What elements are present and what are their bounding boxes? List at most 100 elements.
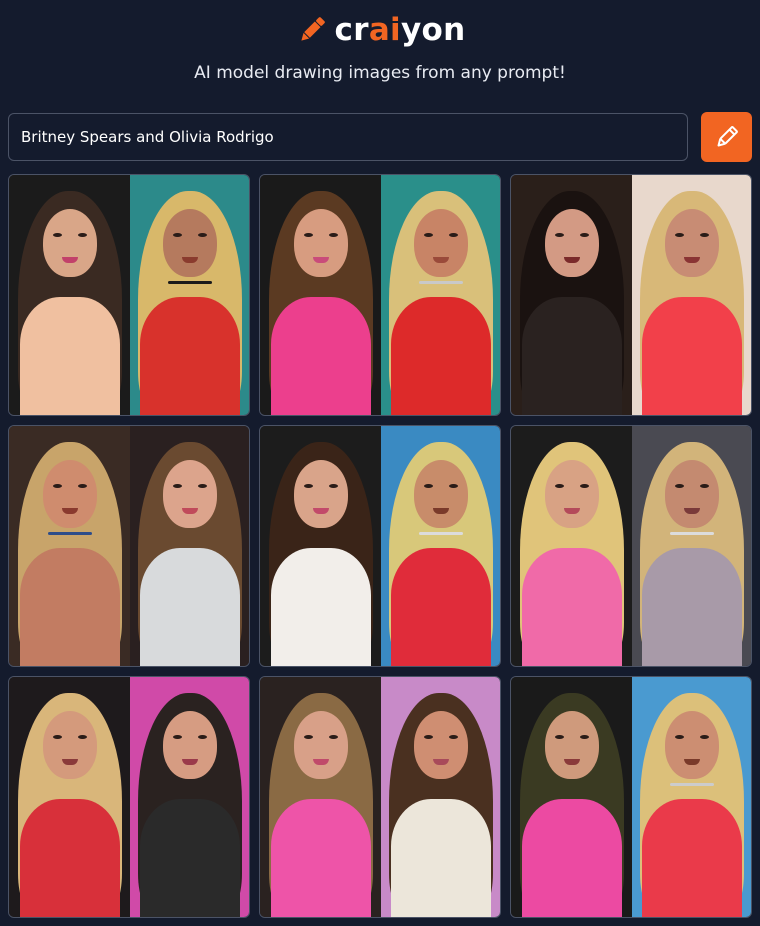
result-image[interactable]: [259, 425, 501, 667]
torso: [19, 297, 120, 415]
prompt-input[interactable]: [8, 113, 688, 161]
face: [293, 460, 348, 528]
eye: [172, 484, 182, 488]
torso: [139, 799, 240, 917]
result-image[interactable]: [259, 174, 501, 416]
brand-wordmark: craiyon: [334, 11, 466, 48]
face: [664, 209, 719, 277]
portrait-right: [130, 175, 249, 415]
torso: [390, 799, 491, 917]
eye: [423, 735, 433, 739]
torso: [270, 548, 371, 666]
portrait-right: [632, 677, 751, 917]
portrait-right: [632, 175, 751, 415]
eye: [303, 735, 313, 739]
torso: [641, 297, 742, 415]
eye: [554, 735, 564, 739]
draw-button[interactable]: [701, 112, 752, 162]
necklace: [167, 281, 212, 284]
necklace: [418, 532, 463, 535]
eye: [699, 233, 709, 237]
portrait-right: [381, 426, 500, 666]
portrait-left: [260, 677, 381, 917]
mouth: [312, 257, 329, 263]
face: [42, 711, 97, 779]
face: [413, 209, 468, 277]
eye: [52, 735, 62, 739]
brand-suffix: yon: [400, 11, 466, 48]
torso: [521, 297, 622, 415]
mouth: [432, 759, 449, 765]
face: [664, 711, 719, 779]
portrait-left: [511, 426, 632, 666]
eye: [328, 484, 338, 488]
eye: [674, 735, 684, 739]
result-image[interactable]: [8, 174, 250, 416]
eye: [172, 233, 182, 237]
eye: [579, 484, 589, 488]
face: [293, 209, 348, 277]
eye: [52, 233, 62, 237]
face: [42, 460, 97, 528]
eye: [303, 484, 313, 488]
torso: [270, 799, 371, 917]
brand-prefix: cr: [334, 11, 369, 48]
eye: [674, 484, 684, 488]
mouth: [61, 759, 78, 765]
face: [413, 460, 468, 528]
eye: [303, 233, 313, 237]
pencil-icon: [717, 126, 738, 147]
face: [162, 711, 217, 779]
eye: [52, 484, 62, 488]
mouth: [563, 257, 580, 263]
result-image[interactable]: [8, 425, 250, 667]
result-grid: [8, 174, 752, 918]
torso: [521, 548, 622, 666]
eye: [699, 735, 709, 739]
mouth: [181, 508, 198, 514]
eye: [448, 735, 458, 739]
portrait-left: [9, 677, 130, 917]
eye: [554, 484, 564, 488]
mouth: [61, 257, 78, 263]
torso: [521, 799, 622, 917]
mouth: [432, 257, 449, 263]
brand[interactable]: craiyon: [0, 8, 760, 52]
eye: [674, 233, 684, 237]
portrait-left: [511, 175, 632, 415]
result-image[interactable]: [510, 174, 752, 416]
eye: [699, 484, 709, 488]
eye: [448, 484, 458, 488]
eye: [448, 233, 458, 237]
eye: [328, 735, 338, 739]
eye: [197, 735, 207, 739]
necklace: [418, 281, 463, 284]
eye: [423, 233, 433, 237]
eye: [172, 735, 182, 739]
necklace: [669, 532, 714, 535]
mouth: [683, 257, 700, 263]
portrait-right: [130, 426, 249, 666]
result-image[interactable]: [510, 676, 752, 918]
portrait-right: [381, 677, 500, 917]
mouth: [181, 759, 198, 765]
result-image[interactable]: [510, 425, 752, 667]
necklace: [47, 532, 92, 535]
torso: [641, 548, 742, 666]
mouth: [683, 759, 700, 765]
torso: [139, 297, 240, 415]
eye: [77, 233, 87, 237]
face: [293, 711, 348, 779]
mouth: [61, 508, 78, 514]
portrait-left: [9, 426, 130, 666]
eye: [554, 233, 564, 237]
face: [162, 460, 217, 528]
pencil-icon: [300, 17, 325, 41]
eye: [579, 735, 589, 739]
result-image[interactable]: [8, 676, 250, 918]
eye: [77, 735, 87, 739]
face: [544, 711, 599, 779]
result-image[interactable]: [259, 676, 501, 918]
face: [664, 460, 719, 528]
eye: [423, 484, 433, 488]
